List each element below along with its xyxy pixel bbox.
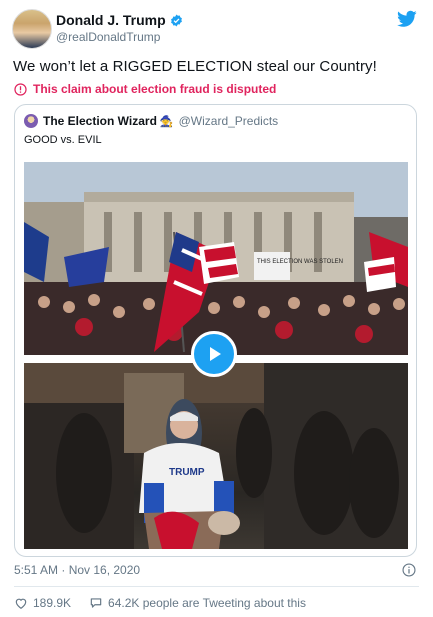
- author-display-name[interactable]: Donald J. Trump: [56, 12, 166, 28]
- info-icon[interactable]: [402, 563, 416, 577]
- play-button[interactable]: [191, 331, 237, 377]
- author-name-row: Donald J. Trump: [56, 12, 183, 28]
- like-count: 189.9K: [33, 596, 72, 610]
- shirt-text: TRUMP: [169, 467, 205, 478]
- tweet-timestamp[interactable]: 5:51 AM · Nov 16, 2020: [14, 563, 140, 577]
- avatar[interactable]: [12, 9, 52, 49]
- video-frame-street[interactable]: TRUMP: [24, 363, 408, 549]
- author-handle[interactable]: @realDonaldTrump: [56, 30, 160, 44]
- quoted-tweet[interactable]: The Election Wizard 🧙 @Wizard_Predicts G…: [14, 104, 417, 557]
- quoted-display-name[interactable]: The Election Wizard: [43, 114, 157, 128]
- exclamation-circle-icon: [14, 82, 27, 96]
- twitter-bird-icon[interactable]: [397, 10, 417, 28]
- quoted-tweet-text: GOOD vs. EVIL: [24, 134, 102, 146]
- quoted-tweet-header: The Election Wizard 🧙 @Wizard_Predicts: [24, 114, 278, 128]
- wizard-emoji-icon: 🧙: [159, 115, 174, 128]
- tweet-text: We won’t let a RIGGED ELECTION steal our…: [13, 58, 377, 75]
- disputed-label-text: This claim about election fraud is dispu…: [33, 82, 277, 96]
- verified-badge-icon: [170, 14, 182, 26]
- stats-divider: [14, 586, 419, 587]
- play-icon: [210, 347, 221, 361]
- talking-stat[interactable]: 64.2K people are Tweeting about this: [89, 596, 306, 610]
- talking-count: 64.2K people are Tweeting about this: [108, 596, 306, 610]
- street-scene-image: TRUMP: [24, 363, 408, 549]
- protest-sign-text: THIS ELECTION WAS STOLEN: [257, 259, 343, 265]
- tweet-stats: 189.9K 64.2K people are Tweeting about t…: [14, 596, 306, 610]
- tweet-card: Donald J. Trump @realDonaldTrump We won’…: [0, 0, 433, 617]
- rally-scene-image: THIS ELECTION WAS STOLEN: [24, 162, 408, 355]
- video-frame-rally[interactable]: THIS ELECTION WAS STOLEN: [24, 162, 408, 355]
- heart-icon[interactable]: [14, 596, 28, 610]
- quoted-handle[interactable]: @Wizard_Predicts: [179, 114, 279, 128]
- disputed-label[interactable]: This claim about election fraud is dispu…: [14, 82, 276, 96]
- like-stat[interactable]: 189.9K: [14, 596, 71, 610]
- speech-bubble-icon: [90, 598, 102, 608]
- quoted-avatar: [24, 114, 38, 128]
